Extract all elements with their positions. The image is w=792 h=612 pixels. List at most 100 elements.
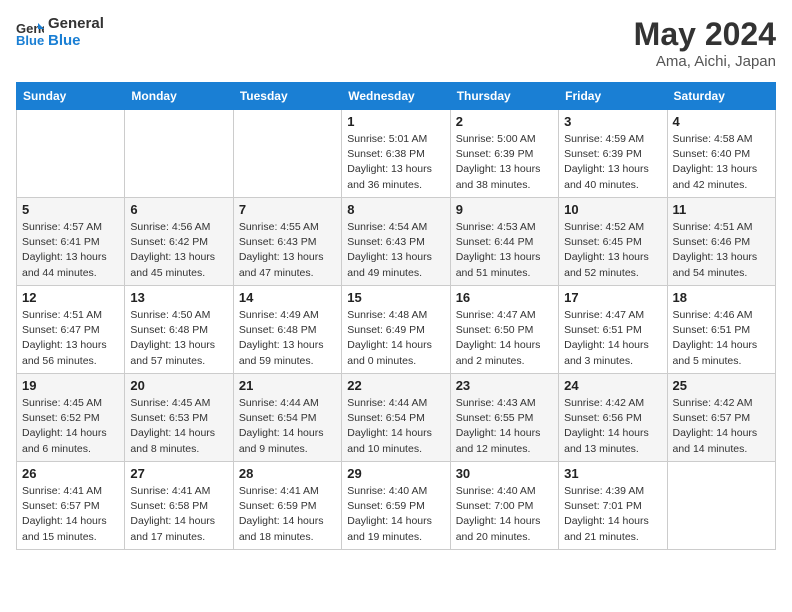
calendar-week-row: 1 Sunrise: 5:01 AM Sunset: 6:38 PM Daylig… — [17, 110, 776, 198]
day-number: 29 — [347, 466, 444, 481]
calendar-cell: 20 Sunrise: 4:45 AM Sunset: 6:53 PM Dayli… — [125, 374, 233, 462]
day-number: 31 — [564, 466, 661, 481]
calendar-cell: 22 Sunrise: 4:44 AM Sunset: 6:54 PM Dayli… — [342, 374, 450, 462]
calendar-week-row: 26 Sunrise: 4:41 AM Sunset: 6:57 PM Dayli… — [17, 462, 776, 550]
calendar-cell: 2 Sunrise: 5:00 AM Sunset: 6:39 PM Daylig… — [450, 110, 558, 198]
calendar-cell: 8 Sunrise: 4:54 AM Sunset: 6:43 PM Daylig… — [342, 198, 450, 286]
logo-line1: General — [48, 16, 104, 33]
day-number: 30 — [456, 466, 553, 481]
day-info: Sunrise: 4:51 AM Sunset: 6:46 PM Dayligh… — [673, 220, 770, 281]
day-info: Sunrise: 4:42 AM Sunset: 6:56 PM Dayligh… — [564, 396, 661, 457]
day-info: Sunrise: 4:52 AM Sunset: 6:45 PM Dayligh… — [564, 220, 661, 281]
calendar-cell: 25 Sunrise: 4:42 AM Sunset: 6:57 PM Dayli… — [667, 374, 775, 462]
day-header: Monday — [125, 83, 233, 110]
calendar-week-row: 5Sunrise: 4:57 AM Sunset: 6:41 PM Daylig… — [17, 198, 776, 286]
day-info: Sunrise: 4:53 AM Sunset: 6:44 PM Dayligh… — [456, 220, 553, 281]
calendar-cell: 29 Sunrise: 4:40 AM Sunset: 6:59 PM Dayli… — [342, 462, 450, 550]
day-number: 2 — [456, 114, 553, 129]
calendar-cell: 23 Sunrise: 4:43 AM Sunset: 6:55 PM Dayli… — [450, 374, 558, 462]
day-number: 11 — [673, 202, 770, 217]
day-number: 20 — [130, 378, 227, 393]
day-info: Sunrise: 4:45 AM Sunset: 6:52 PM Dayligh… — [22, 396, 119, 457]
day-number: 10 — [564, 202, 661, 217]
day-info: Sunrise: 4:44 AM Sunset: 6:54 PM Dayligh… — [239, 396, 336, 457]
day-number: 24 — [564, 378, 661, 393]
day-number: 26 — [22, 466, 119, 481]
day-number: 17 — [564, 290, 661, 305]
day-number: 18 — [673, 290, 770, 305]
calendar-cell: 7Sunrise: 4:55 AM Sunset: 6:43 PM Daylig… — [233, 198, 341, 286]
calendar-table: SundayMondayTuesdayWednesdayThursdayFrid… — [16, 82, 776, 550]
day-info: Sunrise: 4:47 AM Sunset: 6:51 PM Dayligh… — [564, 308, 661, 369]
day-info: Sunrise: 4:39 AM Sunset: 7:01 PM Dayligh… — [564, 484, 661, 545]
day-number: 6 — [130, 202, 227, 217]
day-info: Sunrise: 4:56 AM Sunset: 6:42 PM Dayligh… — [130, 220, 227, 281]
day-header: Sunday — [17, 83, 125, 110]
calendar-week-row: 12 Sunrise: 4:51 AM Sunset: 6:47 PM Dayli… — [17, 286, 776, 374]
day-number: 3 — [564, 114, 661, 129]
day-info: Sunrise: 4:41 AM Sunset: 6:58 PM Dayligh… — [130, 484, 227, 545]
calendar-cell: 17 Sunrise: 4:47 AM Sunset: 6:51 PM Dayli… — [559, 286, 667, 374]
day-number: 5 — [22, 202, 119, 217]
day-number: 8 — [347, 202, 444, 217]
day-number: 28 — [239, 466, 336, 481]
day-info: Sunrise: 4:48 AM Sunset: 6:49 PM Dayligh… — [347, 308, 444, 369]
calendar-cell — [233, 110, 341, 198]
calendar-cell: 1 Sunrise: 5:01 AM Sunset: 6:38 PM Daylig… — [342, 110, 450, 198]
day-info: Sunrise: 4:42 AM Sunset: 6:57 PM Dayligh… — [673, 396, 770, 457]
calendar-cell: 19Sunrise: 4:45 AM Sunset: 6:52 PM Dayli… — [17, 374, 125, 462]
day-info: Sunrise: 4:58 AM Sunset: 6:40 PM Dayligh… — [673, 132, 770, 193]
calendar-cell: 6 Sunrise: 4:56 AM Sunset: 6:42 PM Daylig… — [125, 198, 233, 286]
day-number: 12 — [22, 290, 119, 305]
calendar-cell — [17, 110, 125, 198]
calendar-cell: 5Sunrise: 4:57 AM Sunset: 6:41 PM Daylig… — [17, 198, 125, 286]
svg-text:Blue: Blue — [16, 33, 44, 47]
calendar-cell — [667, 462, 775, 550]
day-number: 14 — [239, 290, 336, 305]
day-number: 13 — [130, 290, 227, 305]
day-info: Sunrise: 4:51 AM Sunset: 6:47 PM Dayligh… — [22, 308, 119, 369]
calendar-cell: 18 Sunrise: 4:46 AM Sunset: 6:51 PM Dayli… — [667, 286, 775, 374]
calendar-cell: 27 Sunrise: 4:41 AM Sunset: 6:58 PM Dayli… — [125, 462, 233, 550]
logo: General Blue General Blue — [16, 16, 104, 49]
day-header: Thursday — [450, 83, 558, 110]
calendar-cell: 16 Sunrise: 4:47 AM Sunset: 6:50 PM Dayli… — [450, 286, 558, 374]
day-info: Sunrise: 4:40 AM Sunset: 7:00 PM Dayligh… — [456, 484, 553, 545]
calendar-header-row: SundayMondayTuesdayWednesdayThursdayFrid… — [17, 83, 776, 110]
day-info: Sunrise: 5:00 AM Sunset: 6:39 PM Dayligh… — [456, 132, 553, 193]
day-info: Sunrise: 5:01 AM Sunset: 6:38 PM Dayligh… — [347, 132, 444, 193]
day-info: Sunrise: 4:55 AM Sunset: 6:43 PM Dayligh… — [239, 220, 336, 281]
day-info: Sunrise: 4:44 AM Sunset: 6:54 PM Dayligh… — [347, 396, 444, 457]
day-number: 4 — [673, 114, 770, 129]
day-info: Sunrise: 4:49 AM Sunset: 6:48 PM Dayligh… — [239, 308, 336, 369]
logo-line2: Blue — [48, 33, 104, 50]
day-info: Sunrise: 4:54 AM Sunset: 6:43 PM Dayligh… — [347, 220, 444, 281]
day-number: 25 — [673, 378, 770, 393]
day-number: 22 — [347, 378, 444, 393]
day-number: 21 — [239, 378, 336, 393]
day-info: Sunrise: 4:46 AM Sunset: 6:51 PM Dayligh… — [673, 308, 770, 369]
day-number: 27 — [130, 466, 227, 481]
calendar-cell — [125, 110, 233, 198]
calendar-cell: 3 Sunrise: 4:59 AM Sunset: 6:39 PM Daylig… — [559, 110, 667, 198]
day-info: Sunrise: 4:59 AM Sunset: 6:39 PM Dayligh… — [564, 132, 661, 193]
day-info: Sunrise: 4:50 AM Sunset: 6:48 PM Dayligh… — [130, 308, 227, 369]
day-number: 9 — [456, 202, 553, 217]
day-info: Sunrise: 4:41 AM Sunset: 6:57 PM Dayligh… — [22, 484, 119, 545]
calendar-cell: 10 Sunrise: 4:52 AM Sunset: 6:45 PM Dayli… — [559, 198, 667, 286]
day-info: Sunrise: 4:47 AM Sunset: 6:50 PM Dayligh… — [456, 308, 553, 369]
day-number: 23 — [456, 378, 553, 393]
calendar-cell: 24 Sunrise: 4:42 AM Sunset: 6:56 PM Dayli… — [559, 374, 667, 462]
calendar-cell: 31 Sunrise: 4:39 AM Sunset: 7:01 PM Dayli… — [559, 462, 667, 550]
day-number: 16 — [456, 290, 553, 305]
calendar-week-row: 19Sunrise: 4:45 AM Sunset: 6:52 PM Dayli… — [17, 374, 776, 462]
day-info: Sunrise: 4:40 AM Sunset: 6:59 PM Dayligh… — [347, 484, 444, 545]
day-info: Sunrise: 4:45 AM Sunset: 6:53 PM Dayligh… — [130, 396, 227, 457]
day-header: Wednesday — [342, 83, 450, 110]
day-number: 1 — [347, 114, 444, 129]
day-info: Sunrise: 4:43 AM Sunset: 6:55 PM Dayligh… — [456, 396, 553, 457]
calendar-cell: 4 Sunrise: 4:58 AM Sunset: 6:40 PM Daylig… — [667, 110, 775, 198]
day-info: Sunrise: 4:41 AM Sunset: 6:59 PM Dayligh… — [239, 484, 336, 545]
day-number: 15 — [347, 290, 444, 305]
day-header: Saturday — [667, 83, 775, 110]
